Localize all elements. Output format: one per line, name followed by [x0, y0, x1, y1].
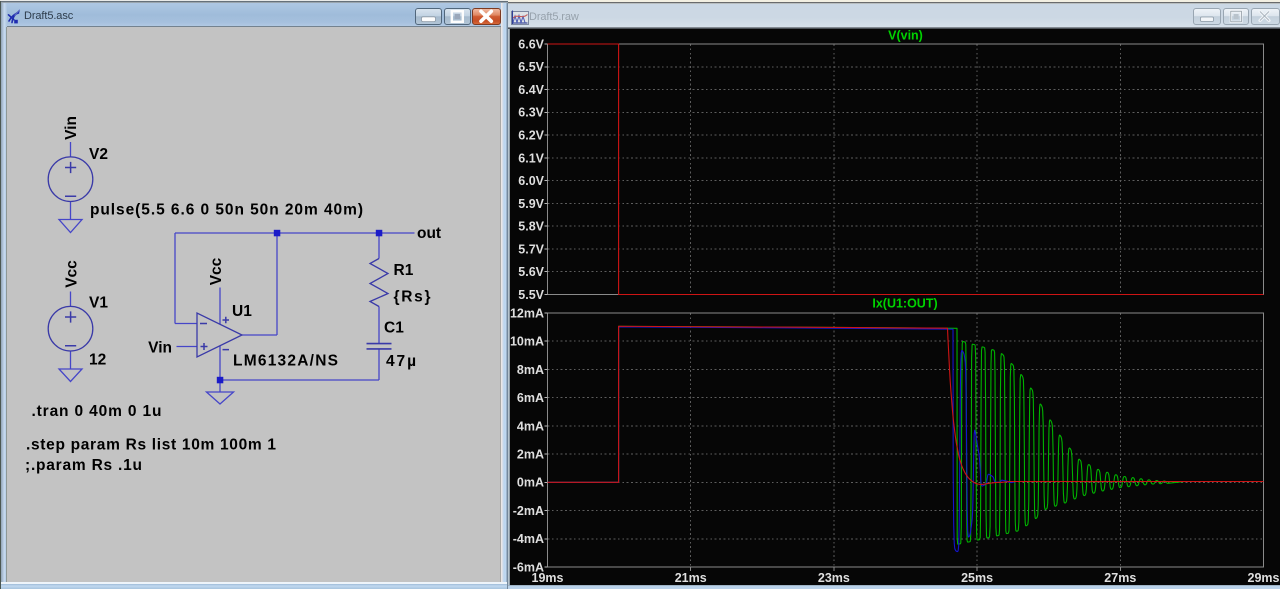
- svg-text:5.6V: 5.6V: [518, 265, 544, 279]
- svg-text:Vcc: Vcc: [64, 260, 81, 288]
- svg-text:23ms: 23ms: [818, 571, 850, 585]
- svg-text:-4mA: -4mA: [513, 532, 544, 546]
- svg-text:12: 12: [89, 352, 106, 369]
- svg-text:out: out: [417, 225, 441, 242]
- svg-text:Vin: Vin: [63, 116, 80, 140]
- svg-text:R1: R1: [394, 262, 414, 279]
- svg-text:19ms: 19ms: [532, 571, 564, 585]
- svg-text:LM6132A/NS: LM6132A/NS: [233, 353, 338, 370]
- svg-text:Vin: Vin: [148, 340, 172, 357]
- svg-text:5.8V: 5.8V: [518, 220, 544, 234]
- svg-text:U1: U1: [232, 303, 252, 320]
- svg-text:47µ: 47µ: [386, 353, 416, 370]
- svg-text:6mA: 6mA: [517, 391, 544, 405]
- svg-text:5.9V: 5.9V: [518, 197, 544, 211]
- svg-text:6.2V: 6.2V: [518, 129, 544, 143]
- svg-text:5.5V: 5.5V: [518, 288, 544, 302]
- svg-text:4mA: 4mA: [517, 419, 544, 433]
- svg-text:2mA: 2mA: [517, 448, 544, 462]
- svg-text:10mA: 10mA: [510, 335, 544, 349]
- svg-text:29ms: 29ms: [1248, 571, 1280, 585]
- svg-text:0mA: 0mA: [517, 476, 544, 490]
- svg-text:6.1V: 6.1V: [518, 151, 544, 165]
- svg-text:{Rs}: {Rs}: [394, 289, 431, 306]
- svg-text:25ms: 25ms: [961, 571, 993, 585]
- svg-text:.tran 0 40m 0 1u: .tran 0 40m 0 1u: [32, 403, 162, 420]
- svg-text:8mA: 8mA: [517, 363, 544, 377]
- svg-text:Vcc: Vcc: [208, 257, 225, 285]
- svg-text:21ms: 21ms: [675, 571, 707, 585]
- svg-text:V1: V1: [89, 295, 108, 312]
- svg-text:6.3V: 6.3V: [518, 106, 544, 120]
- svg-text:C1: C1: [384, 320, 404, 337]
- svg-text:V2: V2: [89, 146, 108, 163]
- svg-text:;.param Rs .1u: ;.param Rs .1u: [25, 457, 142, 474]
- svg-text:V(vin): V(vin): [888, 29, 923, 43]
- svg-text:pulse(5.5 6.6 0 50n 50n 20m 40: pulse(5.5 6.6 0 50n 50n 20m 40m): [90, 202, 363, 219]
- svg-text:5.7V: 5.7V: [518, 242, 544, 256]
- svg-text:12mA: 12mA: [510, 306, 544, 320]
- svg-text:6.0V: 6.0V: [518, 174, 544, 188]
- svg-text:.step param Rs list 10m 100m 1: .step param Rs list 10m 100m 1: [26, 437, 276, 454]
- svg-text:27ms: 27ms: [1104, 571, 1136, 585]
- svg-text:-2mA: -2mA: [513, 504, 544, 518]
- svg-text:6.6V: 6.6V: [518, 37, 544, 51]
- svg-text:6.4V: 6.4V: [518, 83, 544, 97]
- svg-text:6.5V: 6.5V: [518, 60, 544, 74]
- svg-text:Ix(U1:OUT): Ix(U1:OUT): [872, 297, 937, 311]
